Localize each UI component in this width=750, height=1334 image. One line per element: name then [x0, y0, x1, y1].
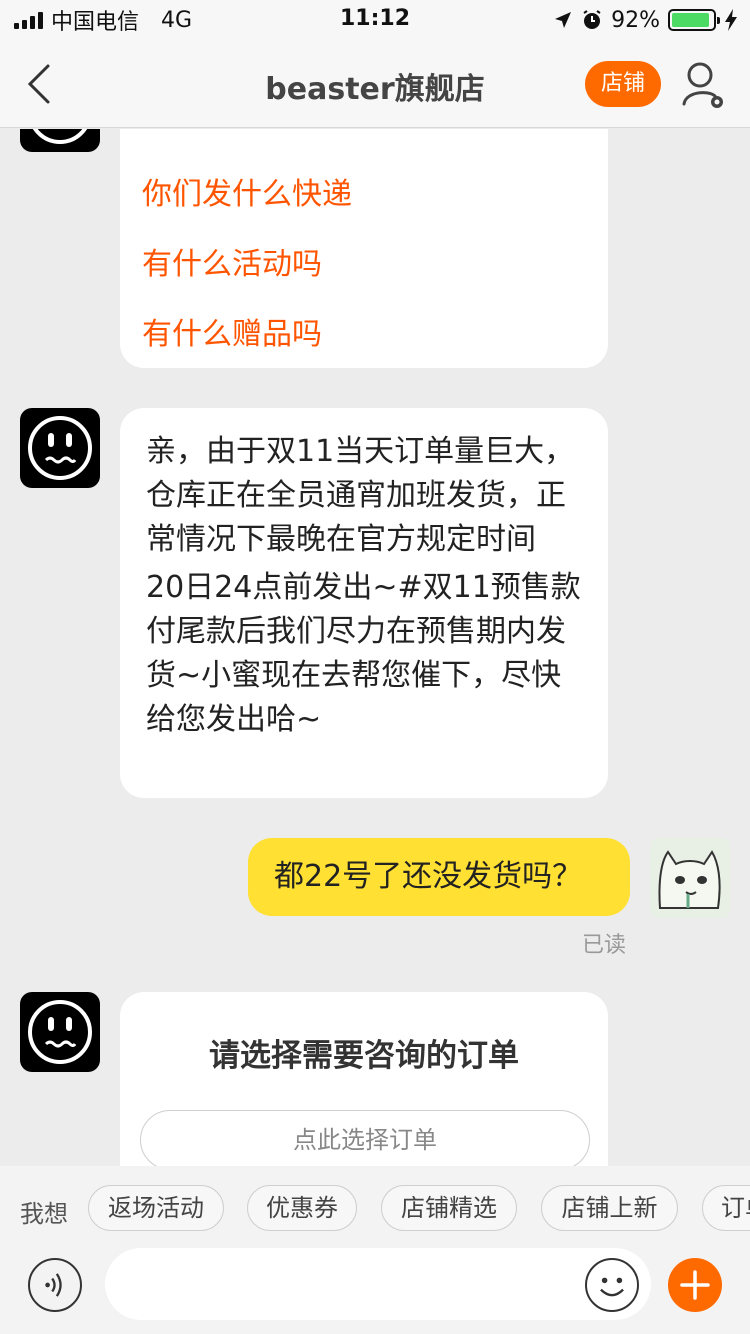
faq-link-gift[interactable]: 有什么赠品吗 [142, 309, 322, 353]
shop-reply-text: 亲，由于双11当天订单量巨大，仓库正在全员通宵加班发货，正常情况下最晚在官方规定… [120, 408, 608, 764]
nav-bar: beaster旗舰店 店铺 [0, 40, 750, 128]
battery-percent: 92% [611, 7, 660, 33]
chip-clearance-event[interactable]: 返场活动 [88, 1185, 224, 1231]
user-message-bubble: 都22号了还没发货吗？ [248, 838, 630, 916]
chip-coupon[interactable]: 优惠券 [247, 1185, 357, 1231]
shop-avatar[interactable] [20, 129, 100, 152]
user-avatar[interactable] [650, 838, 730, 918]
input-bar [0, 1248, 750, 1334]
alarm-clock-icon [583, 10, 601, 29]
message-input[interactable] [105, 1248, 651, 1320]
location-arrow-icon [555, 12, 572, 28]
emoji-icon[interactable] [585, 1258, 639, 1312]
status-bar: 中国电信 4G 11:12 92% [0, 0, 750, 40]
status-right: 92% [553, 6, 738, 34]
shop-reply-line1: 亲，由于双11当天订单量巨大，仓库正在全员通宵加班发货，正常情况下最晚在官方规定… [146, 434, 575, 557]
chip-order[interactable]: 订单 [702, 1185, 750, 1231]
faq-link-express[interactable]: 你们发什么快递 [142, 169, 352, 213]
shop-avatar[interactable] [20, 992, 100, 1072]
smiley-logo-icon [32, 129, 88, 144]
select-order-button[interactable]: 点此选择订单 [140, 1110, 590, 1166]
plus-icon[interactable] [668, 1258, 722, 1312]
read-status: 已读 [582, 933, 627, 958]
shop-button[interactable]: 店铺 [585, 61, 661, 107]
chip-new-arrivals[interactable]: 店铺上新 [541, 1185, 678, 1231]
voice-icon[interactable] [28, 1258, 82, 1312]
faq-link-activity[interactable]: 有什么活动吗 [142, 239, 322, 283]
battery-icon [668, 9, 720, 31]
shop-reply-line2: 20日24点前发出~#双11预售款付尾款后我们尽力在预售期内发货~小蜜现在去帮您… [146, 570, 581, 737]
smiley-logo-icon [28, 416, 92, 480]
quick-reply-label: 我想 [20, 1200, 68, 1228]
cat-avatar-icon [658, 850, 721, 909]
quick-reply-bar: 我想 返场活动 优惠券 店铺精选 店铺上新 订单 [0, 1166, 750, 1250]
battery-fill [672, 13, 709, 27]
user-settings-icon[interactable] [680, 60, 726, 110]
faq-bubble: 你们发什么快递 有什么活动吗 有什么赠品吗 [120, 129, 608, 368]
chip-featured[interactable]: 店铺精选 [381, 1185, 517, 1231]
order-card: 请选择需要咨询的订单 点此选择订单 [120, 992, 608, 1166]
order-card-title: 请选择需要咨询的订单 [209, 1038, 519, 1074]
chat-area[interactable]: 你们发什么快递 有什么活动吗 有什么赠品吗 亲，由于双11当天订单量巨大，仓库正… [0, 129, 750, 1166]
shop-reply-bubble: 亲，由于双11当天订单量巨大，仓库正在全员通宵加班发货，正常情况下最晚在官方规定… [120, 408, 608, 798]
shop-avatar[interactable] [20, 408, 100, 488]
smiley-logo-icon [28, 1000, 92, 1064]
charging-bolt-icon [725, 9, 737, 31]
